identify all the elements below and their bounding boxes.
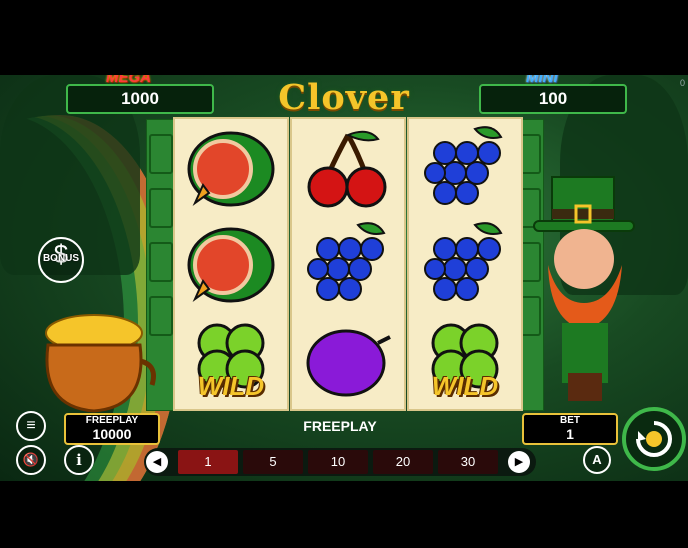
wild-label: WILD: [431, 371, 499, 401]
lines-next-arrow-icon[interactable]: ▶: [508, 451, 530, 473]
grapes-icon: [307, 222, 386, 301]
bonus-label: BONUS: [42, 253, 80, 264]
lines-option[interactable]: 20: [373, 450, 433, 474]
watermelon-icon: [187, 227, 275, 303]
spin-button[interactable]: [622, 407, 686, 471]
info-icon[interactable]: i: [64, 445, 94, 475]
mega-jackpot-box: 1000: [66, 84, 214, 114]
autoplay-button[interactable]: A: [583, 446, 611, 474]
lines-option[interactable]: 10: [308, 450, 368, 474]
game-area: 1000 MEGA 100 MINI Clover Fest: [0, 75, 688, 481]
plum-icon: [306, 329, 391, 397]
lines-option[interactable]: 1: [178, 450, 238, 474]
lines-selector: ◀ 1 5 10 20 30 ▶: [144, 448, 536, 476]
grapes-icon: [424, 222, 503, 301]
bonus-button[interactable]: $ BONUS: [38, 237, 84, 283]
mega-jackpot-value: 1000: [121, 89, 159, 108]
reel-3: WILD: [407, 117, 523, 411]
bet-value: 1: [566, 426, 574, 442]
grapes-icon: [424, 126, 503, 205]
wild-label: WILD: [197, 371, 265, 401]
freeplay-balance-box: FREEPLAY 10000: [64, 413, 160, 445]
lines-option[interactable]: 30: [438, 450, 498, 474]
wild-clover-symbol: WILD: [181, 313, 281, 405]
lines-option[interactable]: 5: [243, 450, 303, 474]
reel-2: [290, 117, 406, 411]
sound-mute-icon[interactable]: 🔇: [16, 445, 46, 475]
watermelon-icon: [187, 131, 275, 207]
mini-jackpot-label: MINI: [526, 75, 558, 86]
leprechaun-icon: [533, 176, 635, 401]
pot-of-gold-icon: [45, 314, 156, 413]
menu-icon[interactable]: ≡: [16, 411, 46, 441]
mini-jackpot-box: 100: [479, 84, 627, 114]
reel-1: WILD: [173, 117, 289, 411]
freeplay-value: 10000: [92, 426, 132, 442]
wild-clover-symbol: WILD: [415, 313, 515, 405]
mega-jackpot-label: MEGA: [106, 75, 151, 86]
cherries-icon: [307, 130, 387, 208]
bet-box[interactable]: BET 1: [522, 413, 618, 445]
spin-icon: [636, 421, 672, 457]
status-text: FREEPLAY: [303, 418, 377, 434]
lines-prev-arrow-icon[interactable]: ◀: [146, 451, 168, 473]
mini-jackpot-value: 100: [538, 89, 568, 108]
control-bar: ≡ 🔇 i FREEPLAY 10000 FREEPLAY BET 1 ◀ 1 …: [0, 407, 688, 481]
corner-counter: 0: [679, 78, 685, 88]
